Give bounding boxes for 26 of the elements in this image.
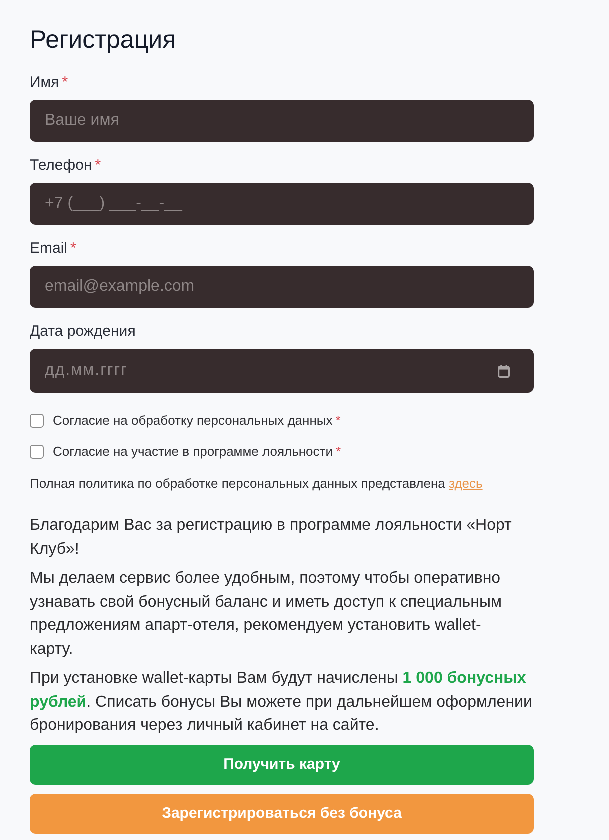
- date-field[interactable]: дд.мм.гггг: [30, 349, 534, 393]
- required-mark: *: [95, 156, 102, 176]
- required-mark: *: [336, 412, 341, 430]
- required-mark: *: [62, 73, 68, 93]
- checkbox-label: Согласие на участие в программе лояльности: [53, 443, 333, 461]
- input-field[interactable]: Ваше имя: [30, 100, 534, 142]
- checkbox[interactable]: [30, 445, 44, 459]
- input-field[interactable]: email@example.com: [30, 266, 534, 308]
- field-label: Дата рождения: [30, 322, 136, 342]
- register-without-bonus-button[interactable]: Зарегистрироваться без бонуса: [30, 794, 534, 834]
- policy-text: Полная политика по обработке персональных данных представлена здесь: [30, 475, 484, 493]
- checkbox-label: Согласие на обработку персональных данных: [53, 412, 333, 430]
- field-label: Email: [30, 239, 68, 259]
- info-paragraph: Благодарим Вас за регистрацию в программе лояльности «Норт Клуб»!: [30, 516, 513, 560]
- info-paragraph: Мы делаем сервис более удобным, поэтому чтобы оперативно узнавать свой бонусный баланс и иметь доступ к специальным предложениям апарт-отеля, рекомендуем установить wallet-карту.: [30, 569, 503, 660]
- required-mark: *: [70, 239, 76, 259]
- checkbox[interactable]: [30, 414, 44, 428]
- field-label: Телефон: [30, 156, 92, 176]
- policy-link[interactable]: здесь: [449, 476, 483, 491]
- field-label: Имя: [30, 73, 60, 93]
- info-paragraph: При установке wallet-карты Вам будут начислены 1 000 бонусных рублей. Списать бонусы Вы можете при дальнейшем оформлении бронирования через личный кабинет на сайте.: [30, 669, 534, 736]
- get-card-button[interactable]: Получить карту: [30, 744, 534, 784]
- calendar-icon[interactable]: [498, 364, 510, 378]
- required-mark: *: [336, 443, 342, 461]
- page-title: Регистрация: [30, 26, 178, 54]
- input-field[interactable]: +7 (___) ___-__-__: [30, 183, 534, 225]
